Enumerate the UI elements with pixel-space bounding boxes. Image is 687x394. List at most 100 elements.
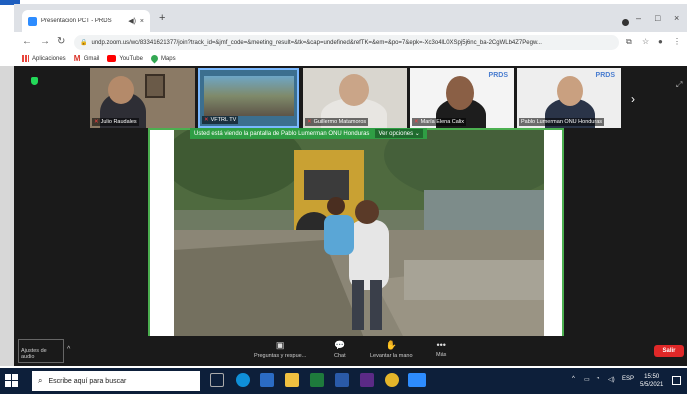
participant-head [446, 76, 474, 110]
zoom-app-icon[interactable] [408, 373, 426, 387]
bookmark-label: Aplicaciones [32, 55, 66, 62]
prds-logo: PRDS [595, 72, 615, 79]
reload-icon[interactable]: ↻ [57, 36, 65, 47]
participant-tile[interactable]: ✕ Julio Raudales [90, 68, 195, 128]
bookmark-star-icon[interactable]: ☆ [642, 37, 649, 46]
tray-chevron-icon[interactable]: ^ [572, 376, 575, 382]
next-participants-icon[interactable]: › [631, 92, 635, 106]
browser-tab-strip: Presentación PCT - PRDS ◀) × + – □ × [14, 4, 687, 32]
store-icon[interactable] [260, 373, 274, 387]
back-icon[interactable]: ← [22, 36, 32, 47]
shared-screen [148, 128, 564, 338]
word-icon[interactable] [335, 373, 349, 387]
browser-tab[interactable]: Presentación PCT - PRDS ◀) × [22, 10, 150, 32]
prds-logo: PRDS [488, 72, 508, 79]
account-icon[interactable]: ● [658, 37, 663, 46]
participant-name: Pablo Lumerman ONU Honduras [519, 118, 605, 126]
volume-icon[interactable]: ◁) [608, 376, 615, 383]
bookmark-label: YouTube [119, 55, 143, 62]
more-dots-icon: ••• [436, 340, 446, 350]
taskbar-search[interactable]: ⌕ Escribe aquí para buscar [32, 371, 200, 391]
mic-muted-icon: ✕ [204, 117, 209, 123]
mic-muted-icon: ✕ [94, 119, 99, 125]
chevron-up-icon[interactable]: ^ [67, 346, 70, 353]
participant-tile-active[interactable]: ✕ VFTRL TV [198, 68, 299, 128]
search-placeholder: Escribe aquí para buscar [48, 377, 127, 385]
encryption-shield-icon[interactable] [31, 77, 38, 85]
participant-head [557, 76, 583, 106]
share-banner-text: Usted está viendo la pantalla de Pablo L… [194, 130, 370, 137]
raise-hand-button[interactable]: ✋ Levantar la mano [370, 340, 413, 359]
profile-indicator-icon[interactable] [622, 19, 629, 26]
battery-icon[interactable]: ▭ [584, 376, 590, 383]
audio-settings-label: Ajustes de audio [21, 348, 47, 360]
audio-settings-button[interactable]: Ajustes de audio [18, 339, 64, 363]
bookmark-apps[interactable]: Aplicaciones [22, 55, 66, 62]
more-button[interactable]: ••• Más [436, 340, 446, 358]
participant-tile[interactable]: ✕ Guillermo Matamoros [303, 68, 407, 128]
minimize-button[interactable]: – [636, 13, 641, 23]
language-indicator[interactable]: ESP [622, 376, 634, 382]
video-feed [204, 76, 294, 116]
windows-taskbar: ⌕ Escribe aquí para buscar ^ ▭ ◔ ◁) ESP … [0, 368, 687, 394]
participant-head [108, 76, 134, 104]
hand-icon: ✋ [385, 340, 397, 350]
bookmark-youtube[interactable]: YouTube [107, 55, 143, 62]
qa-label: Preguntas y respue... [254, 353, 307, 359]
tab-close-icon[interactable]: × [140, 18, 144, 25]
file-explorer-icon[interactable] [285, 373, 299, 387]
participant-name: ✕ VFTRL TV [202, 116, 239, 124]
zoom-meeting-view: ✕ Julio Raudales ✕ VFTRL TV ✕ Guillermo Mat… [14, 66, 687, 366]
new-tab-button[interactable]: + [159, 12, 165, 24]
url-text: undp.zoom.us/wc/83341621377/join?track_i… [91, 39, 542, 46]
desktop-edge [0, 66, 14, 366]
leave-button[interactable]: Salir [654, 345, 684, 357]
participant-head [339, 74, 369, 106]
bookmark-gmail[interactable]: M Gmail [73, 54, 100, 63]
notification-icon[interactable] [672, 376, 681, 385]
menu-dots-icon[interactable]: ⋮ [673, 37, 681, 46]
search-icon: ⌕ [38, 376, 43, 385]
chat-button[interactable]: 💬 Chat [334, 340, 346, 359]
screen: Presentación PCT - PRDS ◀) × + – □ × ← →… [0, 0, 687, 394]
speaker-icon[interactable]: ◀) [128, 17, 136, 25]
close-window-button[interactable]: × [674, 13, 679, 23]
fullscreen-icon[interactable]: ⤢ [676, 80, 682, 90]
raise-hand-label: Levantar la mano [370, 353, 413, 359]
bookmark-maps[interactable]: Maps [149, 53, 176, 64]
chat-label: Chat [334, 353, 346, 359]
teams-icon[interactable] [360, 373, 374, 387]
maps-pin-icon [149, 53, 160, 64]
participant-tile[interactable]: PRDS ✕ María Elena Calix [410, 68, 514, 128]
forward-icon[interactable]: → [40, 36, 50, 47]
excel-icon[interactable] [310, 373, 324, 387]
qa-button[interactable]: ▣ Preguntas y respue... [254, 340, 306, 359]
task-view-icon[interactable] [210, 373, 224, 387]
youtube-icon [107, 55, 117, 62]
windows-start-icon[interactable] [5, 374, 18, 387]
maximize-button[interactable]: □ [655, 13, 660, 23]
participant-tile[interactable]: PRDS Pablo Lumerman ONU Honduras [517, 68, 621, 128]
chat-icon: 💬 [334, 340, 346, 350]
screen-share-banner: Usted está viendo la pantalla de Pablo L… [190, 128, 427, 139]
bookmark-label: Gmail [83, 55, 100, 62]
edge-icon[interactable] [236, 373, 250, 387]
lock-icon: 🔒 [80, 40, 88, 46]
apps-grid-icon [22, 55, 29, 62]
gmail-icon: M [73, 54, 81, 63]
bookmarks-bar: Aplicaciones M Gmail YouTube Maps [14, 52, 687, 65]
network-icon[interactable]: ◔ [596, 376, 600, 382]
clock[interactable]: 15:50 5/5/2021 [640, 373, 663, 389]
translate-icon[interactable]: ⧉ [626, 37, 632, 47]
clock-time: 15:50 [644, 374, 660, 380]
participant-name: ✕ Julio Raudales [92, 118, 139, 126]
qa-icon: ▣ [275, 340, 285, 350]
address-row: ← → ↻ 🔒 undp.zoom.us/wc/83341621377/join… [14, 32, 687, 52]
participant-name: ✕ Guillermo Matamoros [305, 118, 369, 126]
address-bar[interactable]: 🔒 undp.zoom.us/wc/83341621377/join?track… [74, 35, 619, 50]
view-options-button[interactable]: Ver opciones ⌄ [375, 129, 423, 138]
bookmark-label: Maps [160, 55, 176, 62]
chrome-icon[interactable] [385, 373, 399, 387]
zoom-favicon-icon [28, 16, 37, 26]
flood-scene-image [174, 130, 544, 336]
